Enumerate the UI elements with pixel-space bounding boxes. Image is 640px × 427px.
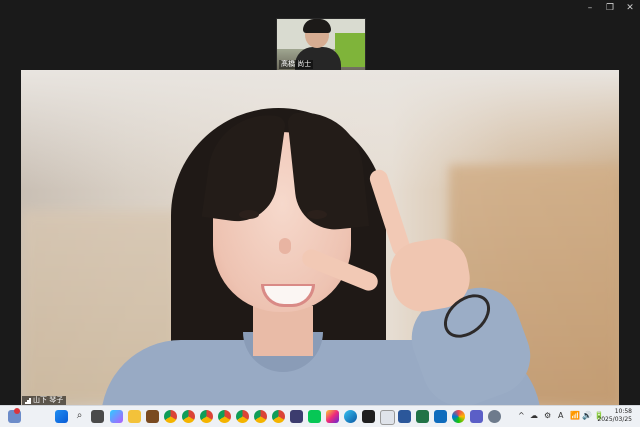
word-icon[interactable] [398, 410, 411, 423]
tray-chevron-icon[interactable]: ^ [518, 409, 525, 423]
ime-icon[interactable]: A [558, 409, 563, 423]
chrome-icon[interactable] [272, 410, 285, 423]
signal-bars-icon [25, 397, 31, 404]
person-nose [279, 238, 291, 254]
chrome-icon[interactable] [236, 410, 249, 423]
store-icon[interactable] [380, 410, 395, 425]
notification-badge [14, 408, 20, 414]
outlook-icon[interactable] [434, 410, 447, 423]
window-controls: – ❐ ✕ [580, 0, 640, 16]
maximize-button[interactable]: ❐ [600, 0, 620, 16]
chrome-icon[interactable] [254, 410, 267, 423]
edge-icon[interactable] [344, 410, 357, 423]
settings-icon[interactable] [488, 410, 501, 423]
chrome-icon[interactable] [200, 410, 213, 423]
chrome-icon[interactable] [218, 410, 231, 423]
clock-date: 2025/03/25 [597, 416, 632, 423]
line-icon[interactable] [308, 410, 321, 423]
chatgpt-icon[interactable] [362, 410, 375, 423]
main-participant-label: 山下 琴子 [22, 396, 67, 405]
person-eye-right [307, 210, 327, 219]
taskbar: ⌕ ^ ☁ ⚙ A 📶 🔊 🔋 10:58 2025/03/25 [0, 405, 640, 427]
search-icon[interactable]: ⌕ [73, 409, 86, 423]
chrome-icon[interactable] [182, 410, 195, 423]
tray-settings-icon[interactable]: ⚙ [544, 409, 551, 423]
onedrive-icon[interactable]: ☁ [530, 409, 538, 423]
wifi-icon[interactable]: 📶 [570, 409, 580, 423]
copilot-icon[interactable] [110, 410, 123, 423]
person-neck [253, 306, 313, 356]
instagram-icon[interactable] [326, 410, 339, 423]
clock-time: 10:58 [614, 408, 632, 415]
thumbnail-person-hair [303, 19, 331, 33]
chrome-icon[interactable] [164, 410, 177, 423]
puzzle-icon[interactable] [146, 410, 159, 423]
screen-icon[interactable] [290, 410, 303, 423]
minimize-button[interactable]: – [580, 0, 600, 16]
close-button[interactable]: ✕ [620, 0, 640, 16]
start-icon[interactable] [55, 410, 68, 423]
participant-thumbnail[interactable]: 髙橋 尚士 [276, 18, 366, 71]
person-eye-left [239, 210, 259, 219]
clock[interactable]: 10:58 2025/03/25 [597, 408, 632, 424]
main-video[interactable] [21, 70, 619, 405]
task-view-icon[interactable] [91, 410, 104, 423]
file-explorer-icon[interactable] [128, 410, 141, 423]
volume-icon[interactable]: 🔊 [582, 409, 592, 423]
thumbnail-participant-name: 髙橋 尚士 [279, 60, 314, 69]
excel-icon[interactable] [416, 410, 429, 423]
main-participant-name: 山下 琴子 [33, 396, 64, 404]
paint-icon[interactable] [452, 410, 465, 423]
teams-icon[interactable] [470, 410, 483, 423]
